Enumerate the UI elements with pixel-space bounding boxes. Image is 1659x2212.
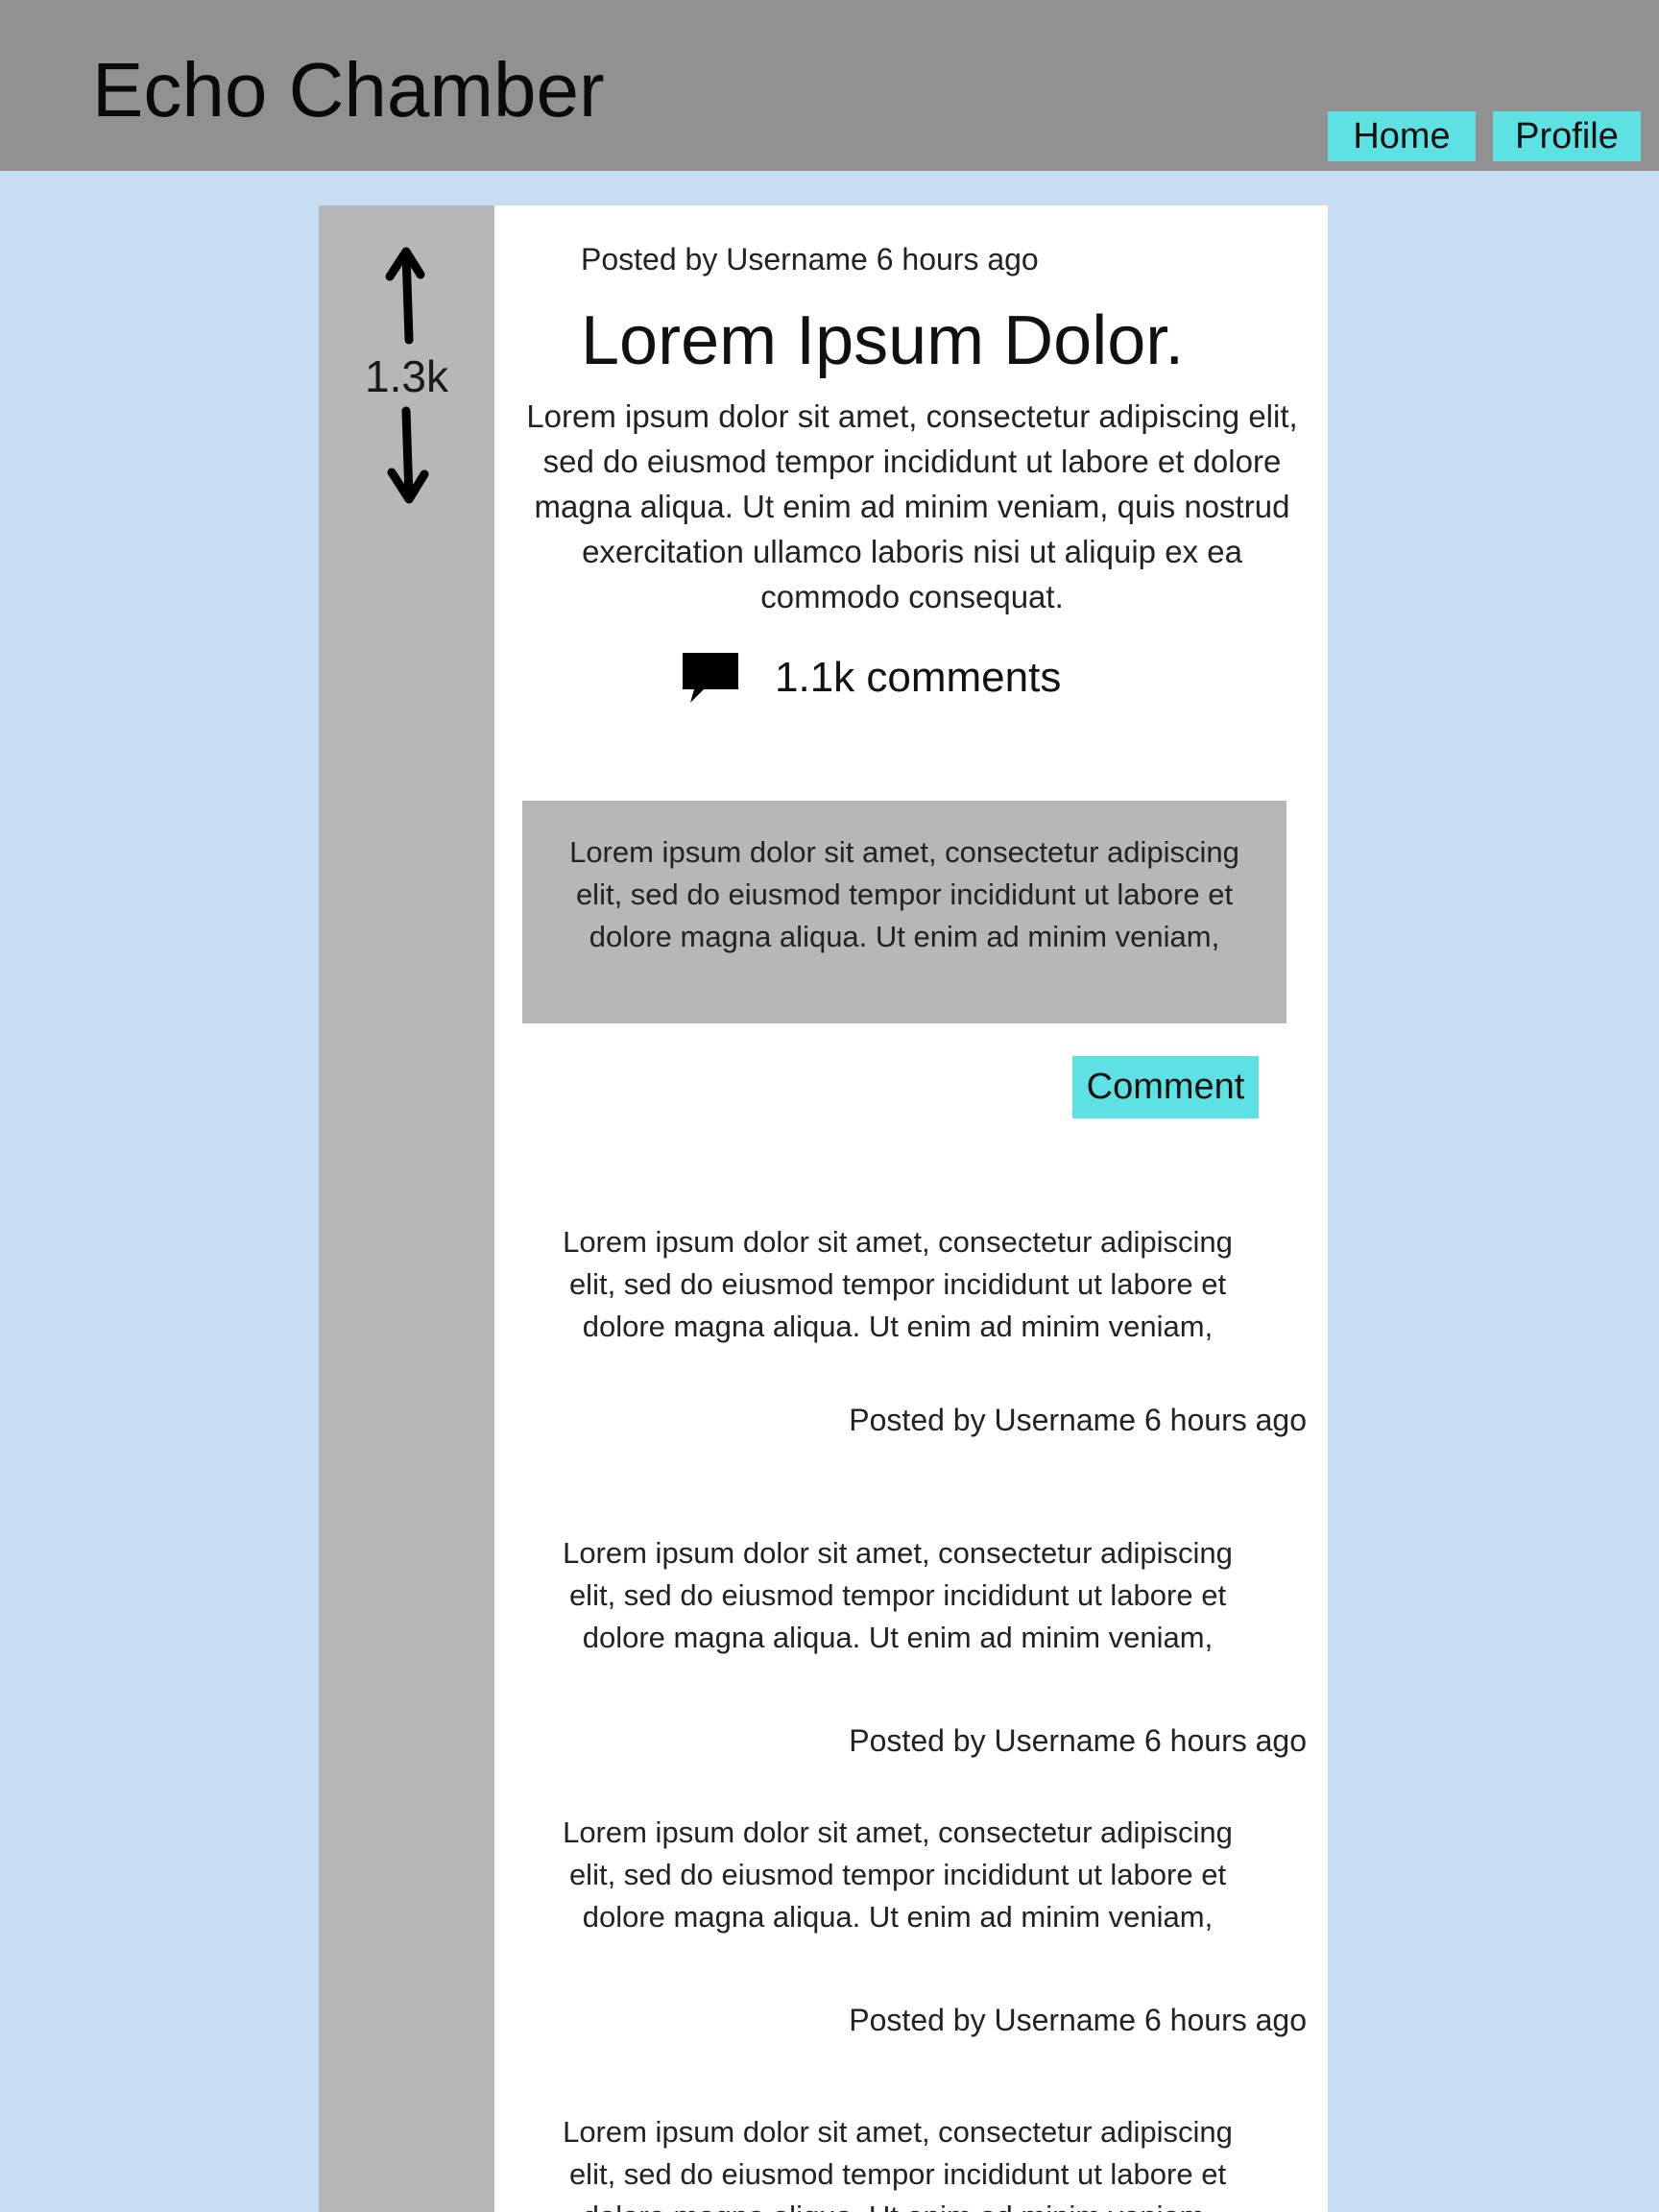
comment-item: Lorem ipsum dolor sit amet, consectetur … — [494, 2111, 1328, 2212]
comment-text: Lorem ipsum dolor sit amet, consectetur … — [563, 1815, 1233, 1934]
post-meta: Posted by Username 6 hours ago — [581, 242, 1039, 276]
comment-item: Lorem ipsum dolor sit amet, consectetur … — [494, 1812, 1328, 2037]
comments-link[interactable]: 1.1k comments — [681, 647, 1061, 709]
comment-text: Lorem ipsum dolor sit amet, consectetur … — [563, 2115, 1233, 2212]
arrow-down-icon[interactable] — [374, 403, 442, 509]
top-bar: Echo Chamber Home Profile — [0, 0, 1659, 171]
vote-sidebar: 1.3k — [319, 205, 494, 2212]
comments-count: 1.1k comments — [775, 654, 1062, 701]
arrow-up-icon[interactable] — [374, 244, 442, 349]
comment-meta: Posted by Username 6 hours ago — [849, 1403, 1307, 1437]
profile-button[interactable]: Profile — [1493, 111, 1641, 161]
home-button[interactable]: Home — [1328, 111, 1476, 161]
speech-bubble-icon — [683, 653, 738, 703]
comment-item: Lorem ipsum dolor sit amet, consectetur … — [494, 1221, 1328, 1437]
comment-input[interactable]: Lorem ipsum dolor sit amet, consectetur … — [522, 801, 1286, 1023]
comment-meta: Posted by Username 6 hours ago — [849, 1723, 1307, 1758]
vote-count: 1.3k — [365, 351, 448, 401]
app-title: Echo Chamber — [92, 47, 605, 132]
comment-meta: Posted by Username 6 hours ago — [849, 2003, 1307, 2037]
comment-text: Lorem ipsum dolor sit amet, consectetur … — [563, 1536, 1233, 1654]
comment-text: Lorem ipsum dolor sit amet, consectetur … — [563, 1225, 1233, 1343]
post-title: Lorem Ipsum Dolor. — [581, 302, 1185, 379]
comment-item: Lorem ipsum dolor sit amet, consectetur … — [494, 1532, 1328, 1758]
comment-button[interactable]: Comment — [1072, 1056, 1259, 1118]
post-panel: Posted by Username 6 hours ago Lorem Ips… — [494, 205, 1328, 2212]
post-body: Lorem ipsum dolor sit amet, consectetur … — [526, 398, 1298, 614]
